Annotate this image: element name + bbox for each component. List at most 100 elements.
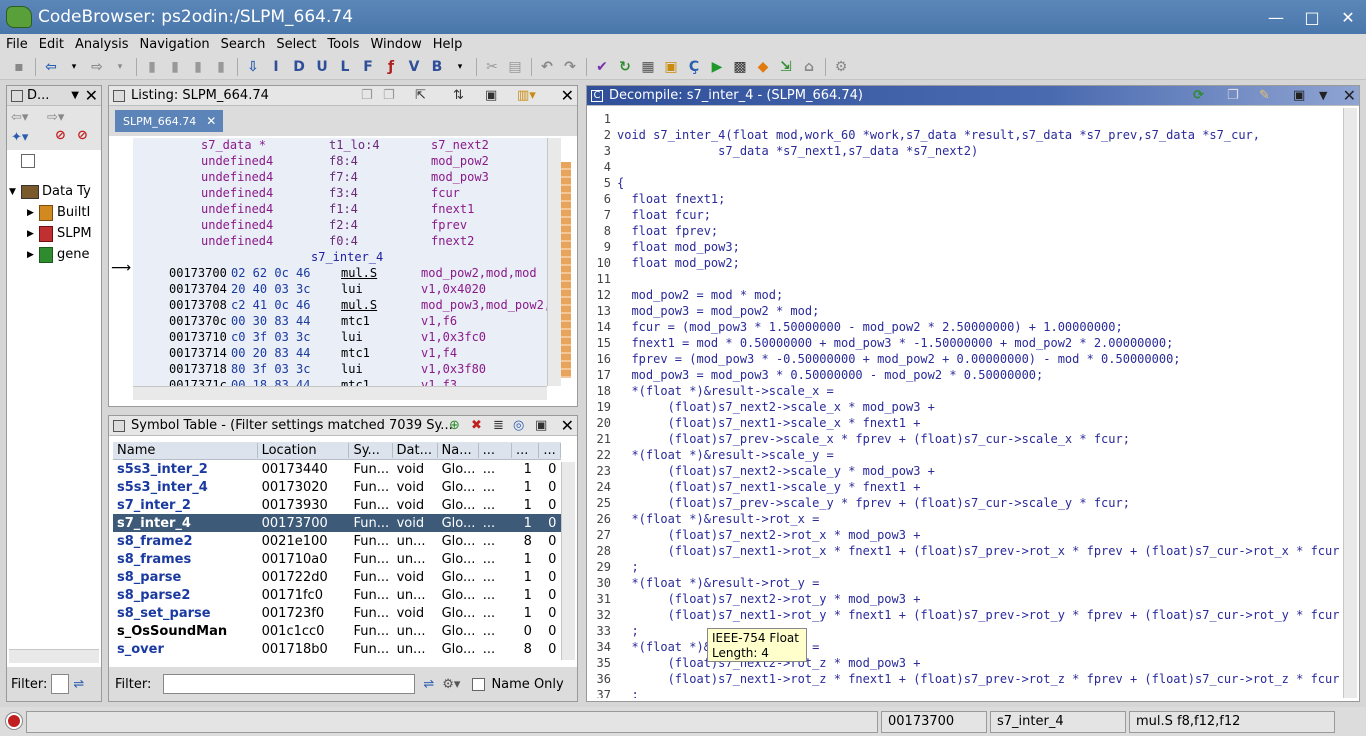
column-header[interactable]: ... [539, 443, 561, 458]
code-line[interactable]: 3 s7_data *s7_next1,s7_data *s7_next2) [589, 144, 978, 160]
back-dropdown-icon[interactable]: ▾ [63, 57, 85, 77]
panel-menu-icon[interactable]: ▼ [71, 90, 79, 101]
menu-search[interactable]: Search [221, 37, 266, 52]
refresh-icon[interactable]: ⟳ [1193, 88, 1204, 103]
column-header[interactable]: Name [113, 443, 258, 458]
code-line[interactable]: 25 (float)s7_prev->scale_y * fprev + (fl… [589, 496, 1130, 512]
code-line[interactable]: 4 [589, 160, 617, 176]
column-header[interactable]: ... [512, 443, 540, 458]
nav-label-icon[interactable]: ▮ [210, 57, 232, 77]
code-line[interactable]: 37 ; [589, 688, 639, 698]
next-bookmark-icon[interactable]: B [426, 57, 448, 77]
table-row[interactable]: s5s3_inter_4 00173020 Fun... void Glo...... 1… [113, 478, 561, 496]
code-line[interactable]: 30 *(float *)&result->rot_y = [589, 576, 820, 592]
code-line[interactable]: 26 *(float *)&result->rot_x = [589, 512, 820, 528]
table-row[interactable]: s8_parse 001722d0 Fun... void Glo...... 1 0 [113, 568, 561, 586]
code-line[interactable]: 15 fnext1 = mod * 0.50000000 + mod_pow3 … [589, 336, 1174, 352]
check-icon[interactable]: ✔ [591, 57, 613, 77]
column-header[interactable]: Dat... [393, 443, 438, 458]
code-line[interactable]: 33 ; [589, 624, 639, 640]
next-label-icon[interactable]: L [334, 57, 356, 77]
bookmark-dropdown-icon[interactable]: ▾ [449, 57, 471, 77]
pin-icon[interactable]: ▣ [535, 418, 547, 433]
table-row[interactable]: s_over 001718b0 Fun... un... Glo...... 8 0 [113, 640, 561, 658]
filter-input[interactable] [51, 674, 70, 694]
table-row[interactable]: s8_frame2 0021e100 Fun... un... Glo...... 8 0 [113, 532, 561, 550]
cut-icon[interactable]: ✂ [481, 57, 503, 77]
next-address-icon[interactable]: ⇩ [242, 57, 264, 77]
code-line[interactable]: 13 mod_pow3 = mod_pow2 * mod; [589, 304, 820, 320]
function-graph-icon[interactable]: Ç [683, 57, 705, 77]
expand-arrow-icon[interactable]: ▶ [27, 229, 39, 239]
menu-navigation[interactable]: Navigation [140, 37, 210, 52]
code-line[interactable]: 36 (float)s7_next1->rot_z * fnext1 + (fl… [589, 672, 1340, 688]
run-icon[interactable]: ▶ [706, 57, 728, 77]
snapshot-icon[interactable]: ▣ [485, 88, 497, 103]
table-row[interactable]: s_OsSoundMan 001c1cc0 Fun... un... Glo......… [113, 622, 561, 640]
code-line[interactable]: 23 (float)s7_next2->scale_y * mod_pow3 + [589, 464, 935, 480]
table-options-icon[interactable]: ≣ [493, 418, 504, 433]
next-instruction-icon[interactable]: I [265, 57, 287, 77]
horizontal-scrollbar[interactable] [9, 649, 99, 663]
code-line[interactable]: 2 void s7_inter_4(float mod,work_60 *work… [589, 128, 1260, 144]
filter-options-icon[interactable]: ⇌ [423, 677, 434, 692]
code-line[interactable]: 31 (float)s7_next2->rot_y * mod_pow3 + [589, 592, 921, 608]
code-line[interactable]: 27 (float)s7_next2->rot_x * mod_pow3 + [589, 528, 921, 544]
close-panel-icon[interactable]: ✕ [561, 86, 574, 105]
panel-menu-icon[interactable]: ▼ [1319, 89, 1327, 102]
forward-dropdown-icon[interactable]: ▾ [109, 57, 131, 77]
close-panel-icon[interactable]: ✕ [561, 416, 574, 435]
diamond-icon[interactable]: ◆ [752, 57, 774, 77]
filter-archive-icon[interactable]: ⊘ [55, 128, 66, 143]
table-row[interactable]: s5s3_inter_2 00173440 Fun... void Glo...... 1… [113, 460, 561, 478]
symbol-table-vertical-scrollbar[interactable] [561, 462, 575, 660]
diff-icon[interactable]: ⇅ [453, 88, 464, 103]
next-undefined-icon[interactable]: U [311, 57, 333, 77]
close-tab-icon[interactable]: ✕ [206, 114, 216, 128]
settings-icon[interactable]: ⚙ [830, 57, 852, 77]
terminal-icon[interactable]: ▩ [729, 57, 751, 77]
paste-icon[interactable]: ❐ [383, 88, 395, 103]
code-line[interactable]: 19 (float)s7_next2->scale_x * mod_pow3 + [589, 400, 935, 416]
export-icon[interactable]: ⇲ [775, 57, 797, 77]
nav-instruction-icon[interactable]: ▮ [164, 57, 186, 77]
close-panel-icon[interactable]: ✕ [85, 86, 98, 105]
snapshot-icon[interactable]: ▣ [1293, 88, 1305, 103]
code-line[interactable]: 8 float fprev; [589, 224, 718, 240]
table-row[interactable]: s7_inter_2 00173930 Fun... void Glo...... 1 0 [113, 496, 561, 514]
menu-help[interactable]: Help [433, 37, 463, 52]
table-row[interactable]: s8_set_parse 001723f0 Fun... void Glo...... 1… [113, 604, 561, 622]
tree-icon[interactable]: ⌂ [798, 57, 820, 77]
tree-node-program[interactable]: ▶ SLPM [9, 223, 92, 244]
filter-options-icon[interactable]: ⇌ [73, 677, 84, 692]
next-data-icon[interactable]: D [288, 57, 310, 77]
paste-icon[interactable]: ▤ [504, 57, 526, 77]
delete-symbol-icon[interactable]: ✖ [471, 418, 482, 433]
undo-icon[interactable]: ↶ [536, 57, 558, 77]
nav-undefined-icon[interactable]: ▮ [187, 57, 209, 77]
code-line[interactable]: 11 [589, 272, 617, 288]
column-header[interactable]: Sy... [349, 443, 393, 458]
decompile-code-area[interactable]: 1 2 void s7_inter_4(float mod,work_60 *wor… [589, 108, 1343, 698]
code-line[interactable]: 20 (float)s7_next1->scale_x * fnext1 + [589, 416, 921, 432]
close-button[interactable]: ✕ [1330, 0, 1366, 34]
code-line[interactable]: 9 float mod_pow3; [589, 240, 740, 256]
code-line[interactable]: 5{ [589, 176, 624, 192]
code-line[interactable]: 16 fprev = (mod_pow3 * -0.50000000 + mod… [589, 352, 1181, 368]
redo-icon[interactable]: ↷ [559, 57, 581, 77]
column-header[interactable]: Na... [438, 443, 479, 458]
console-icon[interactable] [6, 713, 22, 729]
filter-settings-icon[interactable]: ⚙▾ [442, 677, 460, 692]
name-only-checkbox[interactable] [472, 677, 486, 691]
refresh-icon[interactable]: ◎ [513, 418, 524, 433]
code-line[interactable]: 10 float mod_pow2; [589, 256, 740, 272]
code-line[interactable]: 21 (float)s7_prev->scale_x * fprev + (fl… [589, 432, 1130, 448]
menu-analysis[interactable]: Analysis [75, 37, 129, 52]
code-line[interactable]: 17 mod_pow3 = mod_pow3 * 0.50000000 - mo… [589, 368, 1044, 384]
code-line[interactable]: 14 fcur = (mod_pow3 * 1.50000000 - mod_p… [589, 320, 1123, 336]
code-line[interactable]: 24 (float)s7_next1->scale_y * fnext1 + [589, 480, 921, 496]
column-header[interactable]: ... [479, 443, 512, 458]
add-icon[interactable]: ✦▾ [11, 130, 28, 145]
menu-window[interactable]: Window [370, 37, 421, 52]
expand-arrow-icon[interactable]: ▶ [27, 250, 39, 260]
